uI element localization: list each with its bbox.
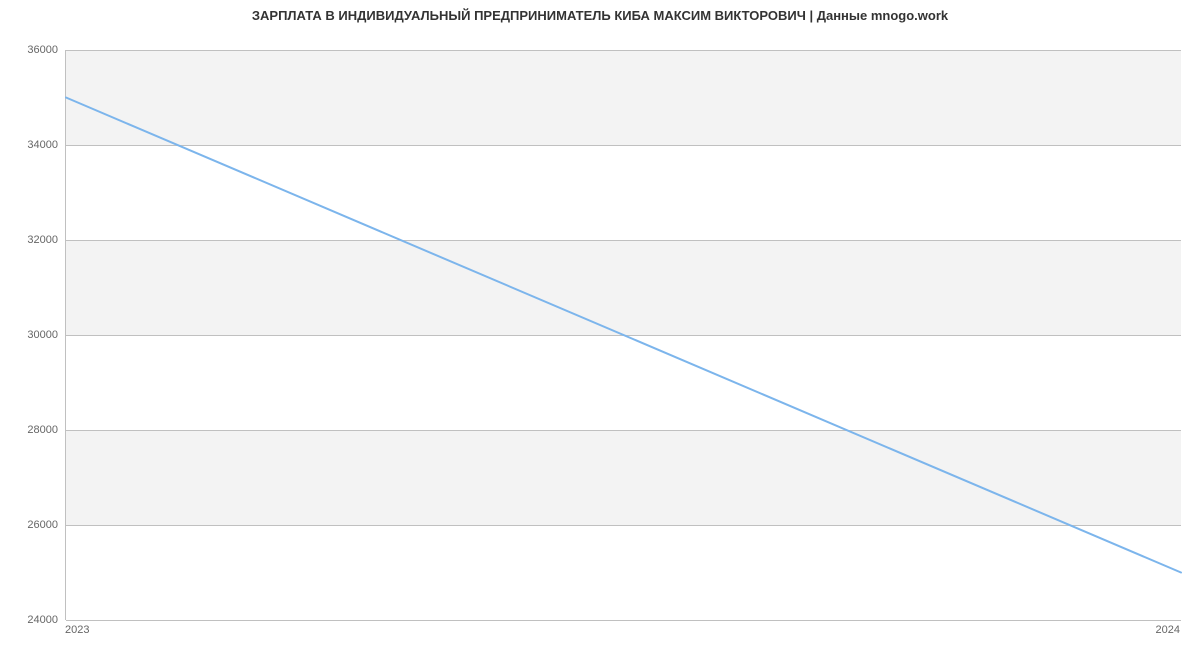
series-line bbox=[66, 98, 1181, 573]
y-tick-label: 26000 bbox=[8, 519, 58, 531]
chart-svg bbox=[66, 50, 1181, 620]
y-tick-label: 24000 bbox=[8, 614, 58, 626]
gridline bbox=[66, 620, 1181, 621]
y-tick-label: 34000 bbox=[8, 139, 58, 151]
y-tick-label: 28000 bbox=[8, 424, 58, 436]
chart-title: ЗАРПЛАТА В ИНДИВИДУАЛЬНЫЙ ПРЕДПРИНИМАТЕЛ… bbox=[0, 8, 1200, 23]
salary-chart: ЗАРПЛАТА В ИНДИВИДУАЛЬНЫЙ ПРЕДПРИНИМАТЕЛ… bbox=[0, 0, 1200, 650]
y-tick-label: 36000 bbox=[8, 44, 58, 56]
plot-area bbox=[65, 50, 1181, 620]
x-tick-label: 2023 bbox=[65, 624, 89, 636]
y-tick-label: 32000 bbox=[8, 234, 58, 246]
x-tick-label: 2024 bbox=[1156, 624, 1180, 636]
y-tick-label: 30000 bbox=[8, 329, 58, 341]
